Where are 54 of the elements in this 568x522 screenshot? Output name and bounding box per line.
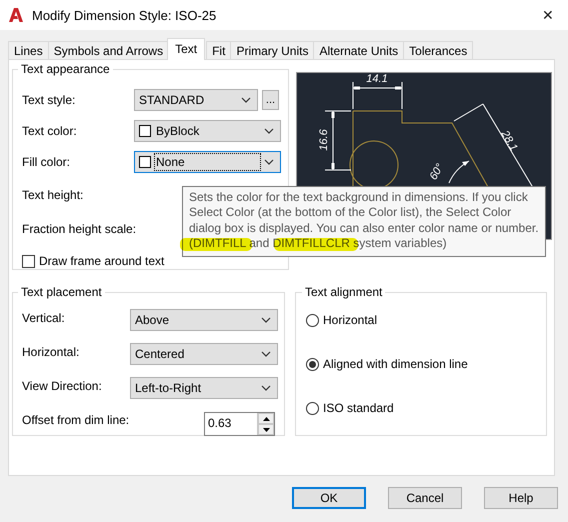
window-title: Modify Dimension Style: ISO-25 [32,8,218,22]
field-label: Horizontal: [22,344,80,359]
dialog-button[interactable]: OK [292,487,366,509]
dimension-arc [448,160,470,184]
field-label: Text height: [22,188,84,202]
arrow-up-icon [262,416,270,420]
radio-label: Horizontal [323,313,378,327]
dialog-button[interactable]: Help [484,487,558,509]
tab[interactable]: Fit [206,41,232,60]
browse-button[interactable]: ... [262,90,279,110]
group-title: Text placement [20,285,103,299]
dropdown[interactable]: Centered [130,343,278,365]
field-label: Vertical: [22,310,66,325]
dimension-text: 60° [428,162,446,182]
chevron-down-icon [261,317,271,323]
radio-button[interactable] [306,314,319,326]
chevron-down-icon [264,128,274,134]
arrow-down-icon [262,428,270,432]
radio-label: Aligned with dimension line [323,357,468,371]
field-label: Text style: [22,93,76,107]
chevron-down-icon [264,159,274,165]
tab[interactable]: Primary Units [230,41,314,60]
dropdown[interactable]: None [134,151,281,173]
tab[interactable]: Text [167,38,206,60]
field-label: Fill color: [22,155,72,169]
chevron-down-icon [261,351,271,357]
color-swatch-icon [139,125,151,137]
chevron-down-icon [241,97,251,103]
group-title: Text alignment [304,285,384,299]
radio-button[interactable] [306,358,319,370]
group-title: Text appearance [20,62,111,76]
dimension-text: 14.1 [366,73,388,85]
number-spinner[interactable]: 0.63 [204,412,275,436]
tab[interactable]: Tolerances [403,41,474,60]
chevron-down-icon [261,385,271,391]
checkbox-label: Draw frame around text [39,254,164,268]
field-label: View Direction: [22,378,103,393]
radio-button[interactable] [306,402,319,414]
dropdown[interactable]: ByBlock [134,120,281,142]
field-label: Fraction height scale: [22,222,134,236]
dropdown[interactable]: Left-to-Right [130,377,278,399]
tab[interactable]: Symbols and Arrows [48,41,170,60]
field-label: Offset from dim line: [22,412,130,427]
field-label: Text color: [22,124,78,138]
dropdown[interactable]: Above [130,309,278,331]
checkbox[interactable] [22,254,35,268]
color-swatch-icon [139,156,151,168]
dialog-button[interactable]: Cancel [388,487,462,509]
dimension-text: 16.6 [318,129,330,151]
app-logo-icon [8,7,24,23]
close-button[interactable]: ✕ [538,7,558,23]
radio-label: ISO standard [323,401,394,415]
dropdown[interactable]: STANDARD [134,89,258,111]
tab[interactable]: Lines [8,41,49,60]
